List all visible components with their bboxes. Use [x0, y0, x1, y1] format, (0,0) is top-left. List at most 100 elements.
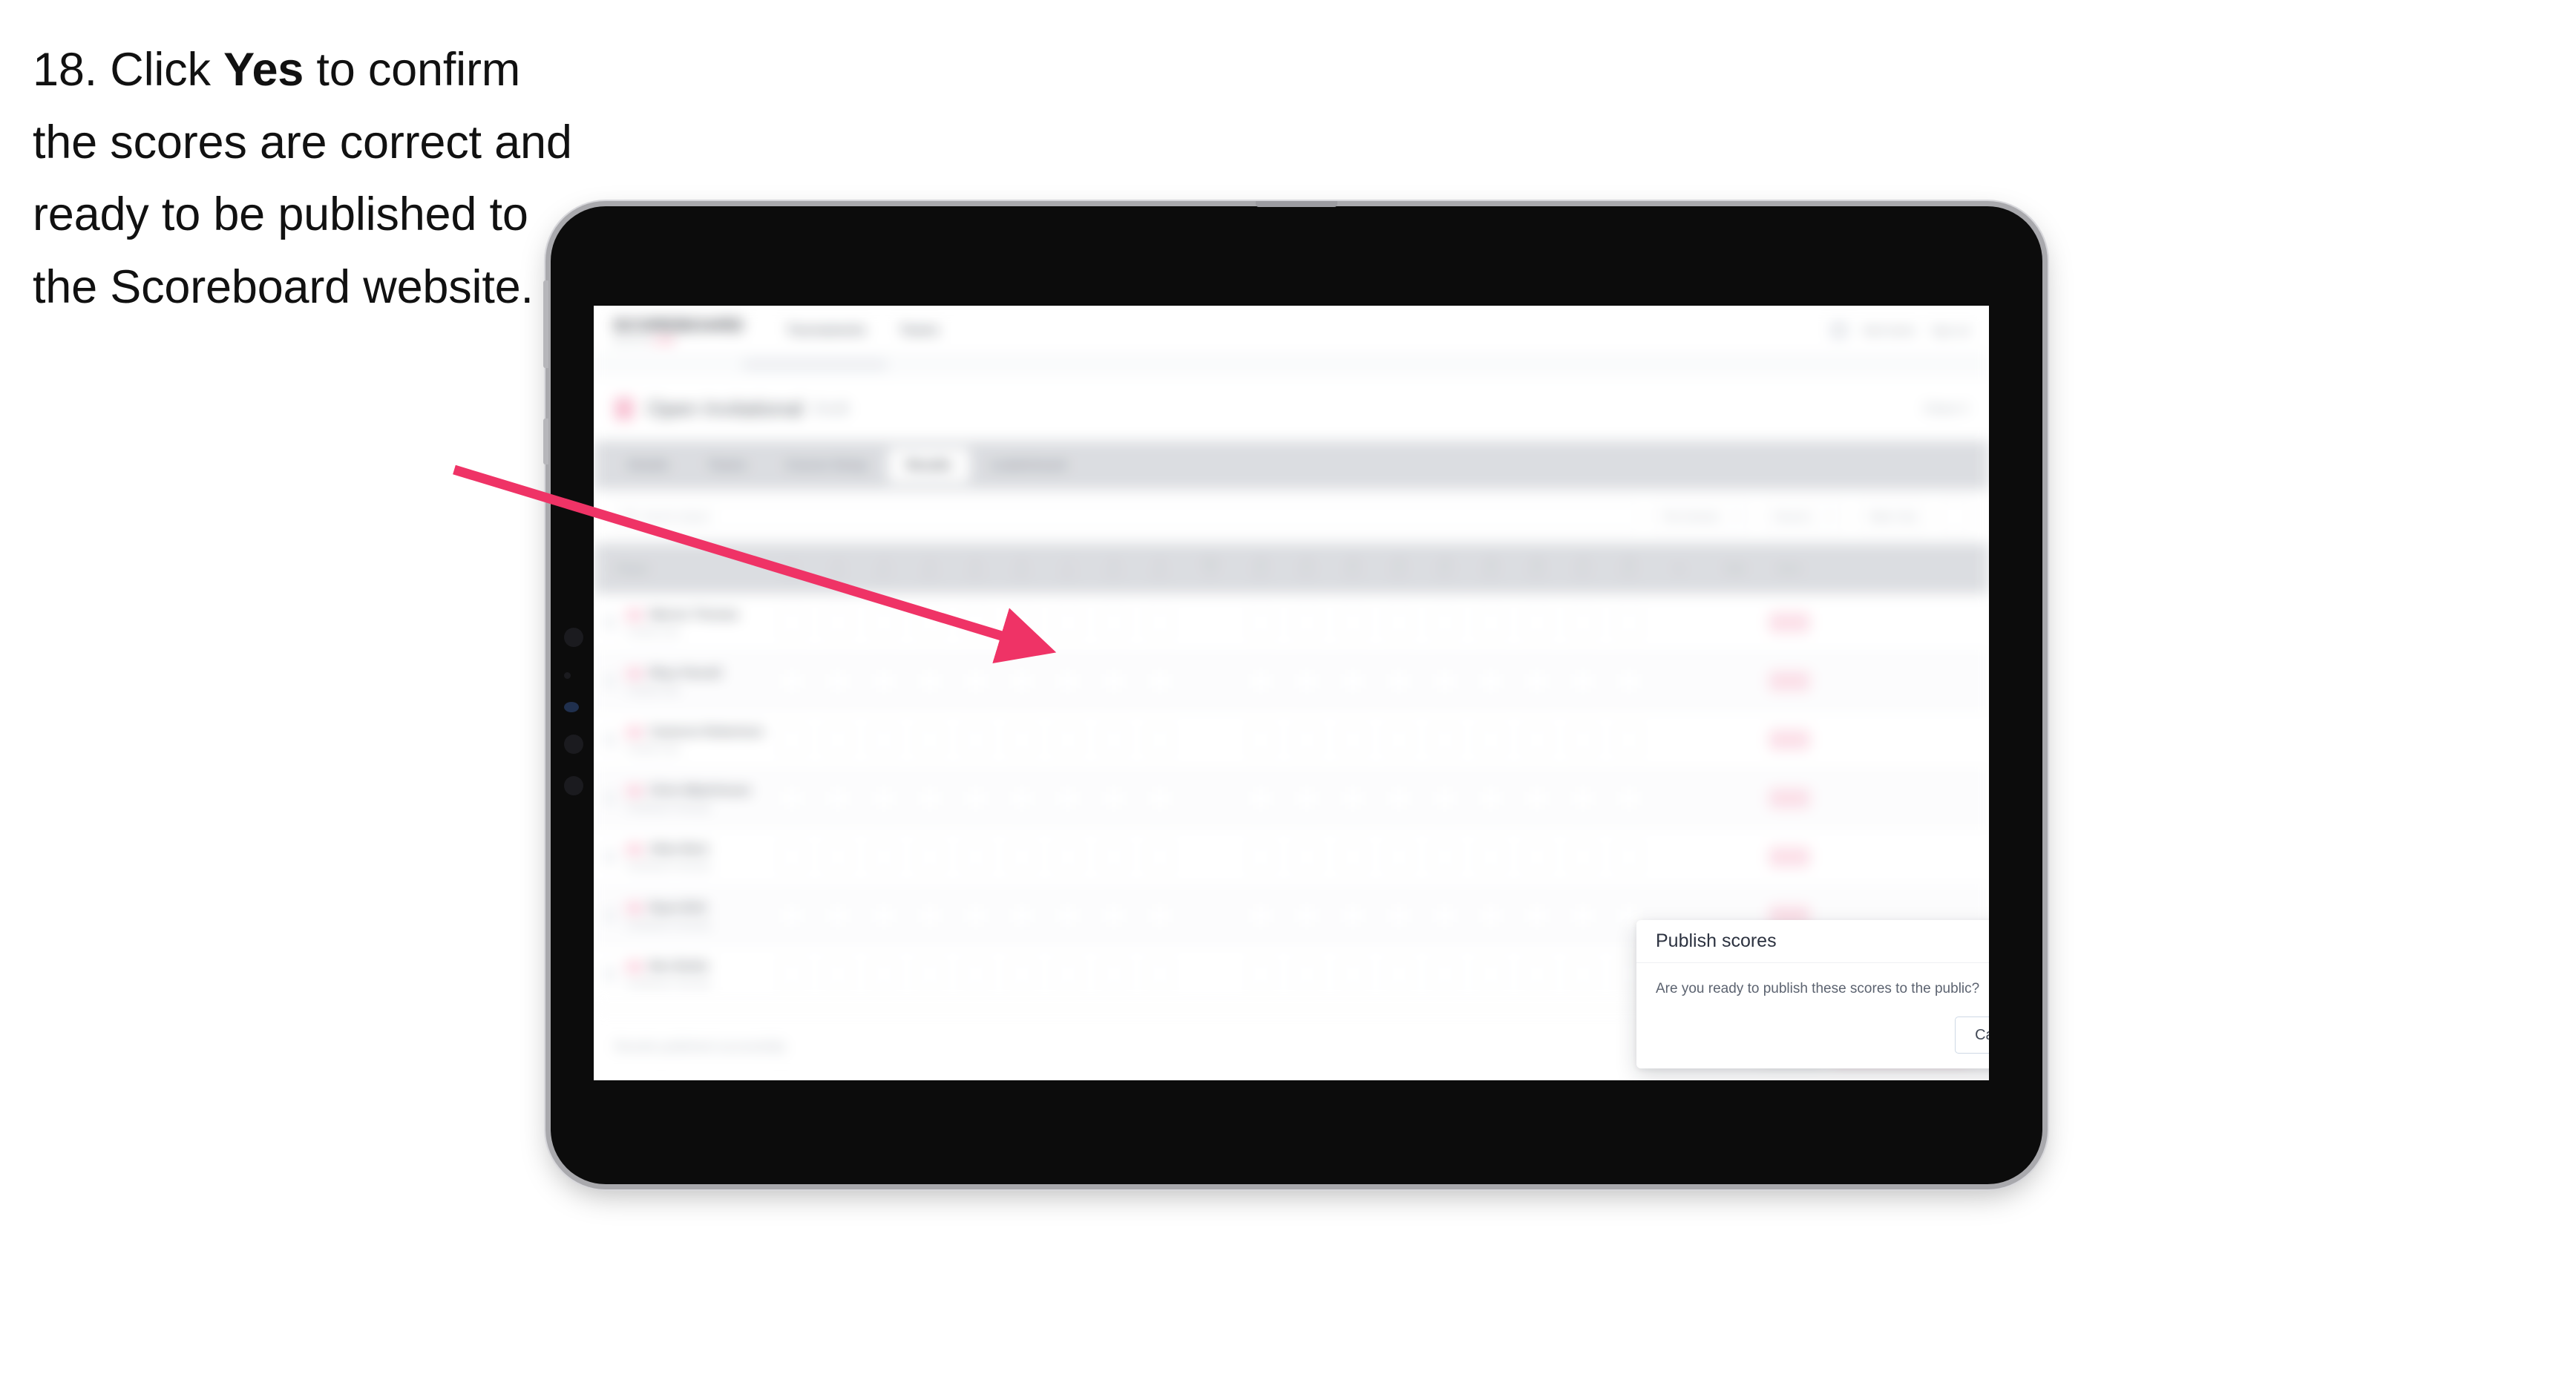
drag-handle-icon[interactable]	[594, 674, 626, 689]
score-cell[interactable]	[1137, 669, 1183, 694]
score-cell[interactable]	[1560, 786, 1606, 811]
score-cell[interactable]	[1091, 727, 1137, 752]
drag-handle-icon[interactable]	[594, 615, 626, 630]
score-cell[interactable]	[1468, 844, 1514, 870]
round-select[interactable]: Round 1 ▼	[1763, 502, 1845, 531]
score-cell[interactable]	[953, 669, 999, 694]
score-cell[interactable]	[1560, 962, 1606, 987]
score-cell[interactable]	[1376, 962, 1422, 987]
score-cell[interactable]	[1091, 669, 1137, 694]
score-cell[interactable]	[1606, 610, 1652, 635]
tab-teams[interactable]: Teams	[690, 448, 765, 482]
score-cell[interactable]	[1330, 727, 1376, 752]
score-cell[interactable]	[1514, 962, 1560, 987]
out-total-cell[interactable]	[1183, 727, 1238, 752]
score-cell[interactable]	[907, 610, 953, 635]
score-cell[interactable]	[815, 669, 861, 694]
score-cell[interactable]	[1238, 727, 1284, 752]
score-cell[interactable]	[1284, 844, 1330, 870]
score-cell[interactable]	[1422, 727, 1468, 752]
score-cell[interactable]	[1045, 844, 1091, 870]
score-cell[interactable]	[1091, 962, 1137, 987]
score-cell[interactable]	[1468, 669, 1514, 694]
drag-handle-icon[interactable]	[594, 967, 626, 982]
nav-sign-out[interactable]: Sign out	[1932, 324, 1970, 336]
table-row[interactable]: Warren Thomas Coastal Links	[594, 594, 1989, 652]
score-cell[interactable]	[1045, 610, 1091, 635]
score-cell[interactable]	[1045, 786, 1091, 811]
score-cell[interactable]	[1238, 844, 1284, 870]
score-cell[interactable]	[1284, 727, 1330, 752]
score-cell[interactable]	[815, 903, 861, 928]
score-cell[interactable]	[907, 727, 953, 752]
score-cell[interactable]	[1468, 786, 1514, 811]
score-cell[interactable]	[1238, 669, 1284, 694]
score-cell[interactable]	[861, 962, 907, 987]
score-cell[interactable]	[907, 903, 953, 928]
tab-course-setup[interactable]: Course Setup	[767, 448, 885, 482]
score-cell[interactable]	[953, 610, 999, 635]
score-cell[interactable]	[953, 786, 999, 811]
score-cell[interactable]	[1137, 727, 1183, 752]
table-row[interactable]: Rhys Parnell Coastal Links	[594, 652, 1989, 711]
score-cell[interactable]	[1045, 962, 1091, 987]
score-cell[interactable]	[769, 962, 815, 987]
score-cell[interactable]	[1045, 669, 1091, 694]
power-button[interactable]	[543, 418, 548, 464]
out-total-cell[interactable]	[1183, 903, 1238, 928]
score-cell[interactable]	[999, 962, 1045, 987]
score-cell[interactable]	[815, 727, 861, 752]
score-cell[interactable]	[1137, 844, 1183, 870]
view-select[interactable]: Table Only	[1856, 502, 1928, 531]
score-cell[interactable]	[1422, 786, 1468, 811]
score-cell[interactable]	[815, 610, 861, 635]
tab-details[interactable]: Details	[610, 448, 687, 482]
score-cell[interactable]	[1514, 903, 1560, 928]
score-cell[interactable]	[815, 786, 861, 811]
score-cell[interactable]	[1045, 903, 1091, 928]
score-cell[interactable]	[1468, 727, 1514, 752]
out-total-cell[interactable]	[1183, 844, 1238, 870]
score-cell[interactable]	[953, 727, 999, 752]
volume-button[interactable]	[543, 280, 548, 368]
tab-leaderboard[interactable]: Leaderboard	[972, 448, 1084, 482]
drag-handle-icon[interactable]	[594, 732, 626, 747]
score-cell[interactable]	[1560, 903, 1606, 928]
score-cell[interactable]	[769, 786, 815, 811]
score-cell[interactable]	[1284, 962, 1330, 987]
score-cell[interactable]	[769, 669, 815, 694]
breadcrumb[interactable]	[594, 355, 1989, 377]
score-cell[interactable]	[1422, 610, 1468, 635]
score-cell[interactable]	[769, 727, 815, 752]
score-cell[interactable]	[907, 844, 953, 870]
score-cell[interactable]	[861, 786, 907, 811]
score-cell[interactable]	[1376, 903, 1422, 928]
division-select[interactable]: This Division ▼	[1650, 502, 1751, 531]
score-cell[interactable]	[1468, 962, 1514, 987]
score-cell[interactable]	[1091, 844, 1137, 870]
score-cell[interactable]	[1606, 786, 1652, 811]
table-row[interactable]: Chris Waterhouse Southlands Township	[594, 769, 1989, 828]
score-cell[interactable]	[1376, 669, 1422, 694]
score-cell[interactable]	[1091, 903, 1137, 928]
score-cell[interactable]	[1137, 903, 1183, 928]
score-cell[interactable]	[999, 610, 1045, 635]
out-total-cell[interactable]	[1183, 669, 1238, 694]
score-cell[interactable]	[1238, 786, 1284, 811]
avatar[interactable]	[1830, 321, 1847, 338]
score-cell[interactable]	[953, 903, 999, 928]
score-cell[interactable]	[1330, 786, 1376, 811]
score-cell[interactable]	[1045, 727, 1091, 752]
tab-results[interactable]: Results	[888, 448, 970, 482]
score-cell[interactable]	[999, 844, 1045, 870]
score-cell[interactable]	[1468, 903, 1514, 928]
score-cell[interactable]	[1606, 844, 1652, 870]
score-cell[interactable]	[907, 669, 953, 694]
score-cell[interactable]	[769, 844, 815, 870]
score-cell[interactable]	[1514, 786, 1560, 811]
score-cell[interactable]	[1330, 610, 1376, 635]
score-cell[interactable]	[1091, 610, 1137, 635]
score-cell[interactable]	[999, 786, 1045, 811]
nav-user-name[interactable]: Matt Saints	[1864, 324, 1915, 336]
out-total-cell[interactable]	[1183, 962, 1238, 987]
